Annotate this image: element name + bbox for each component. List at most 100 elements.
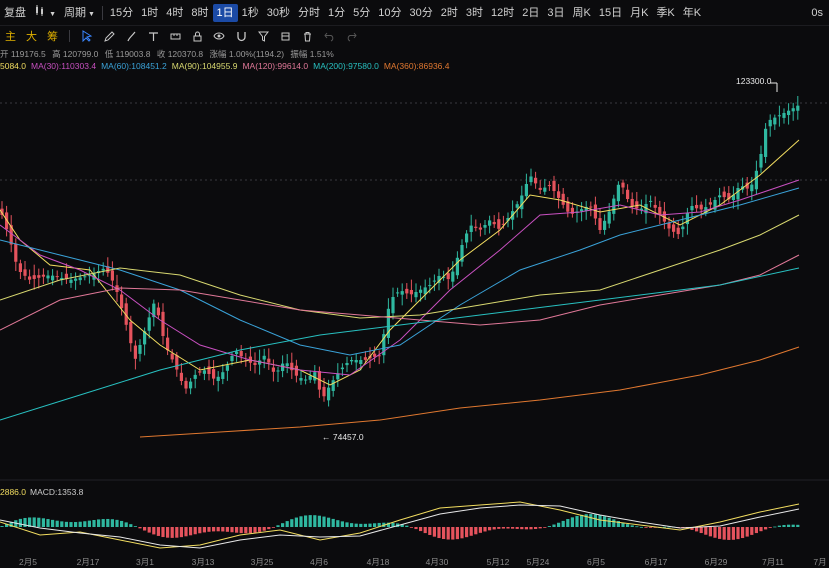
chevron-down-icon: ▼ xyxy=(49,10,56,18)
chevron-down-icon: ▼ xyxy=(86,10,95,18)
toolbar-divider xyxy=(101,5,103,20)
macd-bar xyxy=(221,527,225,532)
undo-icon[interactable] xyxy=(320,28,338,44)
candle-body xyxy=(350,360,354,362)
ruler-icon[interactable] xyxy=(166,28,184,44)
candle-body xyxy=(230,356,234,362)
trash-icon[interactable] xyxy=(298,28,316,44)
candle-body xyxy=(166,337,170,351)
macd-bar xyxy=(64,521,68,527)
macd-bar xyxy=(133,526,137,527)
macd-bar xyxy=(161,527,165,538)
x-tick-label: 2月5 xyxy=(19,557,37,567)
candle-body xyxy=(373,353,377,357)
interval-6[interactable]: 30秒 xyxy=(263,4,294,22)
candle-body xyxy=(14,243,18,262)
candle-body xyxy=(202,370,206,374)
indicator-main[interactable]: 主 xyxy=(0,28,21,44)
candle-body xyxy=(520,195,524,210)
macd-bar xyxy=(83,521,87,527)
macd-bar xyxy=(60,521,64,527)
interval-5[interactable]: 1秒 xyxy=(238,4,263,22)
interval-10[interactable]: 10分 xyxy=(374,4,405,22)
candle-body xyxy=(754,170,758,190)
macd-bar xyxy=(534,527,538,529)
eye-icon[interactable] xyxy=(210,28,228,44)
macd-bar xyxy=(492,527,496,530)
macd-legend-item: 2886.0 xyxy=(0,487,26,497)
candle-body xyxy=(83,276,87,278)
magnet-icon[interactable] xyxy=(232,28,250,44)
candle-body xyxy=(616,184,620,202)
macd-bar xyxy=(538,527,542,529)
interval-4[interactable]: 1日 xyxy=(212,3,238,22)
cursor-icon[interactable] xyxy=(78,28,96,44)
macd-bar xyxy=(322,516,326,527)
macd-bar xyxy=(248,527,252,534)
candle-body xyxy=(189,381,193,389)
candle-body xyxy=(281,363,285,372)
interval-11[interactable]: 30分 xyxy=(406,4,437,22)
interval-8[interactable]: 1分 xyxy=(324,4,349,22)
macd-legend: 2886.0 MACD:1353.8 xyxy=(0,487,87,497)
candle-body xyxy=(547,185,551,187)
interval-17[interactable]: 周K xyxy=(569,4,595,22)
candle-body xyxy=(363,357,367,360)
text-tool-icon[interactable] xyxy=(144,28,162,44)
period-dropdown[interactable]: 周期 ▼ xyxy=(60,4,99,22)
candle-body xyxy=(630,198,634,207)
macd-bar xyxy=(225,527,229,532)
lock-icon[interactable] xyxy=(188,28,206,44)
interval-2[interactable]: 4时 xyxy=(162,4,187,22)
interval-7[interactable]: 分时 xyxy=(294,4,324,22)
filter-icon[interactable] xyxy=(254,28,272,44)
macd-bar xyxy=(179,527,183,538)
candle-type-icon[interactable]: ▼ xyxy=(30,4,60,22)
macd-bar xyxy=(281,523,285,527)
interval-15[interactable]: 2日 xyxy=(518,4,543,22)
macd-bar xyxy=(759,527,763,532)
interval-9[interactable]: 5分 xyxy=(349,4,374,22)
pencil-icon[interactable] xyxy=(100,28,118,44)
candle-body xyxy=(759,154,763,168)
redo-icon[interactable] xyxy=(342,28,360,44)
macd-bar xyxy=(405,525,409,527)
interval-16[interactable]: 3日 xyxy=(543,4,568,22)
brush-icon[interactable] xyxy=(122,28,140,44)
macd-bar xyxy=(718,527,722,539)
interval-18[interactable]: 15日 xyxy=(595,4,626,22)
candle-body xyxy=(465,233,469,243)
macd-bar xyxy=(414,527,418,530)
ma120-line xyxy=(0,254,800,331)
replay-button[interactable]: 复盘 xyxy=(0,4,30,22)
candle-body xyxy=(46,275,50,279)
interval-13[interactable]: 3时 xyxy=(462,4,487,22)
interval-12[interactable]: 2时 xyxy=(437,4,462,22)
indicator-chip[interactable]: 筹 xyxy=(42,28,63,44)
candle-body xyxy=(32,275,36,279)
low-value: 低 119003.8 xyxy=(104,49,151,59)
x-tick-label: 3月13 xyxy=(191,557,215,567)
interval-14[interactable]: 12时 xyxy=(487,4,518,22)
candle-body xyxy=(681,226,685,230)
layers-icon[interactable] xyxy=(276,28,294,44)
macd-bar xyxy=(764,527,768,530)
candle-body xyxy=(101,268,105,271)
price-chart[interactable] xyxy=(0,70,829,556)
interval-0[interactable]: 15分 xyxy=(106,4,137,22)
macd-bar xyxy=(547,526,551,527)
macd-bar xyxy=(175,527,179,538)
interval-1[interactable]: 1时 xyxy=(137,4,162,22)
min-price-value: 74457.0 xyxy=(332,432,364,442)
candle-body xyxy=(653,204,657,208)
macd-bar xyxy=(115,519,119,527)
interval-19[interactable]: 月K xyxy=(626,4,652,22)
candle-body xyxy=(658,206,662,215)
candle-body xyxy=(414,292,418,298)
indicator-big[interactable]: 大 xyxy=(21,28,42,44)
interval-20[interactable]: 季K xyxy=(652,4,678,22)
interval-21[interactable]: 年K xyxy=(679,4,705,22)
candle-body xyxy=(478,227,482,230)
candle-body xyxy=(695,204,699,209)
interval-3[interactable]: 8时 xyxy=(187,4,212,22)
